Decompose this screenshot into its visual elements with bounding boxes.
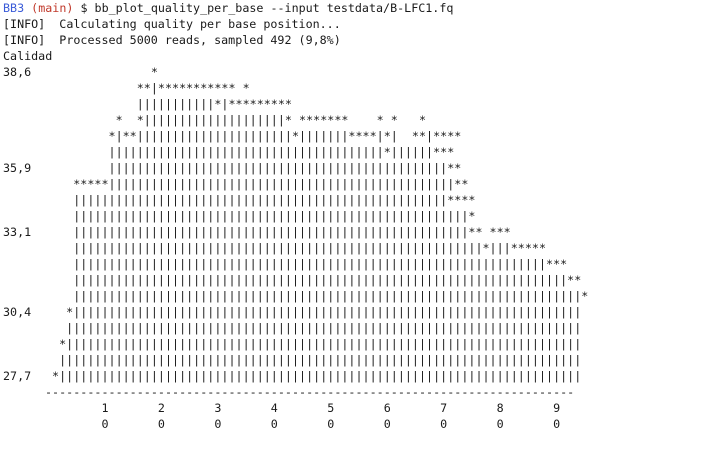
plot-bars: ||||||||||||||||||||||||||||||||||||||||… xyxy=(45,161,462,175)
y-tick-label xyxy=(3,336,45,352)
plot-row: **|*********** * xyxy=(3,80,715,96)
y-tick-label xyxy=(3,352,45,368)
plot-bars: |||||||||||*|********* xyxy=(45,97,292,111)
x-tick-spacer xyxy=(3,400,45,416)
command-text: bb_plot_quality_per_base --input testdat… xyxy=(94,1,454,15)
plot-row: ||||||||||||||||||||||||||||||||||||||||… xyxy=(3,192,715,208)
y-tick-label: 27,7 xyxy=(3,369,32,383)
plot-row: ||||||||||||||||||||||||||||||||||||||||… xyxy=(3,240,715,256)
y-tick-label xyxy=(3,272,45,288)
y-tick-label xyxy=(3,176,45,192)
y-axis-title: Calidad xyxy=(3,49,53,63)
y-tick-label xyxy=(3,128,45,144)
plot-row: 27,7 *||||||||||||||||||||||||||||||||||… xyxy=(3,368,715,384)
plot-bars: ||||||||||||||||||||||||||||||||||||||||… xyxy=(45,273,582,287)
plot-row: |||||||||||*|********* xyxy=(3,96,715,112)
info-line-2: [INFO] Processed 5000 reads, sampled 492… xyxy=(3,33,341,47)
plot-bars: |||||||||||||||||||||||||||||||||||||||*… xyxy=(45,145,455,159)
plot-row: 33,1 |||||||||||||||||||||||||||||||||||… xyxy=(3,224,715,240)
y-tick-label xyxy=(3,320,45,336)
y-tick-label xyxy=(3,240,45,256)
x-axis-line: ----------------------------------------… xyxy=(45,385,575,399)
x-zero-row: 0 0 0 0 0 0 0 0 0 xyxy=(3,416,715,432)
plot-row: ||||||||||||||||||||||||||||||||||||||||… xyxy=(3,272,715,288)
prompt-symbol: $ xyxy=(80,1,88,15)
plot-bars: *****|||||||||||||||||||||||||||||||||||… xyxy=(45,177,469,191)
x-tick-zeros: 0 0 0 0 0 0 0 0 0 xyxy=(45,417,561,431)
plot-bars: ||||||||||||||||||||||||||||||||||||||||… xyxy=(45,321,582,335)
y-tick-label xyxy=(3,80,45,96)
plot-bars: ||||||||||||||||||||||||||||||||||||||||… xyxy=(45,225,511,239)
plot-row: 38,6 * xyxy=(3,64,715,80)
plot-row: *****|||||||||||||||||||||||||||||||||||… xyxy=(3,176,715,192)
plot-bars: *|||||||||||||||||||||||||||||||||||||||… xyxy=(45,305,582,319)
y-tick-label xyxy=(3,112,45,128)
plot-bars: ||||||||||||||||||||||||||||||||||||||||… xyxy=(45,289,589,303)
plot-bars: ||||||||||||||||||||||||||||||||||||||||… xyxy=(45,353,582,367)
x-zero-spacer xyxy=(3,416,45,432)
y-tick-label xyxy=(3,208,45,224)
plot-row: ||||||||||||||||||||||||||||||||||||||||… xyxy=(3,320,715,336)
plot-bars: * xyxy=(45,65,158,79)
y-tick-label xyxy=(3,288,45,304)
plot-row: *|**||||||||||||||||||||||*|||||||****|*… xyxy=(3,128,715,144)
y-tick-label: 33,1 xyxy=(3,225,32,239)
plot-bars: **|*********** * xyxy=(45,81,250,95)
command-line: BB3 (main) $ bb_plot_quality_per_base --… xyxy=(3,0,715,16)
terminal-window[interactable]: BB3 (main) $ bb_plot_quality_per_base --… xyxy=(0,0,715,458)
y-tick-label xyxy=(3,144,45,160)
ascii-quality-plot: 38,6 * **|*********** * |||||||||||*|***… xyxy=(3,64,715,384)
prompt-branch: (main) xyxy=(31,1,74,15)
y-tick-label: 30,4 xyxy=(3,305,32,319)
plot-row: ||||||||||||||||||||||||||||||||||||||||… xyxy=(3,288,715,304)
plot-bars: *|||||||||||||||||||||||||||||||||||||||… xyxy=(45,337,582,351)
plot-bars: *|**||||||||||||||||||||||*|||||||****|*… xyxy=(45,129,462,143)
y-tick-label xyxy=(3,192,45,208)
plot-row: ||||||||||||||||||||||||||||||||||||||||… xyxy=(3,352,715,368)
plot-row: ||||||||||||||||||||||||||||||||||||||||… xyxy=(3,208,715,224)
plot-row: ||||||||||||||||||||||||||||||||||||||||… xyxy=(3,256,715,272)
plot-row: |||||||||||||||||||||||||||||||||||||||*… xyxy=(3,144,715,160)
y-tick-label: 38,6 xyxy=(3,65,32,79)
x-axis-line-row: ----------------------------------------… xyxy=(3,384,715,400)
info-line-1: [INFO] Calculating quality per base posi… xyxy=(3,17,341,31)
plot-bars: * *||||||||||||||||||||* ******* * * * xyxy=(45,113,427,127)
plot-bars: ||||||||||||||||||||||||||||||||||||||||… xyxy=(45,241,547,255)
plot-row: 30,4 *||||||||||||||||||||||||||||||||||… xyxy=(3,304,715,320)
plot-row: 35,9 |||||||||||||||||||||||||||||||||||… xyxy=(3,160,715,176)
y-tick-label xyxy=(3,96,45,112)
y-tick-label xyxy=(3,256,45,272)
plot-bars: ||||||||||||||||||||||||||||||||||||||||… xyxy=(45,209,476,223)
y-tick-label: 35,9 xyxy=(3,161,32,175)
plot-bars: *|||||||||||||||||||||||||||||||||||||||… xyxy=(45,369,582,383)
plot-row: * *||||||||||||||||||||* ******* * * * xyxy=(3,112,715,128)
x-axis-spacer xyxy=(3,384,45,400)
plot-bars: ||||||||||||||||||||||||||||||||||||||||… xyxy=(45,257,568,271)
plot-bars: ||||||||||||||||||||||||||||||||||||||||… xyxy=(45,193,476,207)
x-tick-labels: 1 2 3 4 5 6 7 8 9 xyxy=(45,401,561,415)
plot-row: *|||||||||||||||||||||||||||||||||||||||… xyxy=(3,336,715,352)
x-tick-row: 1 2 3 4 5 6 7 8 9 xyxy=(3,400,715,416)
prompt-host: BB3 xyxy=(3,1,25,15)
